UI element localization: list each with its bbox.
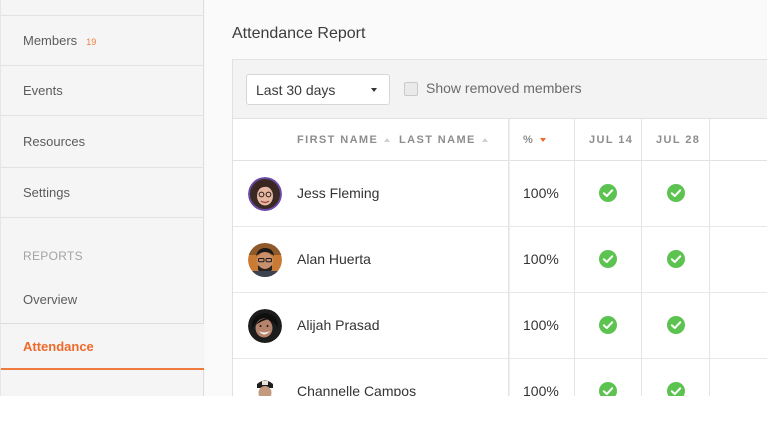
avatar <box>248 375 282 396</box>
sidebar-item-resources[interactable]: Resources <box>1 116 204 168</box>
table-header: FIRST NAME LAST NAME % JUL 14 JUL 28 <box>233 119 767 161</box>
check-circle-icon <box>667 316 685 334</box>
sidebar-item-label: Settings <box>23 185 70 200</box>
sidebar-item-top-partial[interactable] <box>1 0 204 16</box>
table-row[interactable]: Alijah Prasad 100% <box>233 293 767 359</box>
member-name[interactable]: Jess Fleming <box>297 185 379 201</box>
date-range-select[interactable]: Last 30 days <box>246 74 390 105</box>
column-header-last-name[interactable]: LAST NAME <box>399 119 488 160</box>
avatar <box>248 177 282 211</box>
table-row[interactable]: Channelle Campos 100% <box>233 359 767 396</box>
sidebar-item-attendance[interactable]: Attendance <box>1 324 204 370</box>
member-name[interactable]: Alijah Prasad <box>297 317 380 333</box>
check-circle-icon <box>667 184 685 202</box>
show-removed-checkbox[interactable] <box>404 82 418 96</box>
attendance-percent: 100% <box>523 185 559 201</box>
show-removed-toggle[interactable]: Show removed members <box>404 80 582 97</box>
check-circle-icon <box>599 382 617 396</box>
sort-arrow-icon <box>481 137 488 142</box>
column-header-label: JUL 28 <box>656 133 701 146</box>
sort-desc-icon <box>540 137 547 142</box>
sidebar-item-members[interactable]: Members 19 <box>1 16 204 66</box>
column-header-date[interactable]: JUL 14 <box>589 119 633 160</box>
sidebar-item-label: Attendance <box>23 338 94 354</box>
table-row[interactable]: Alan Huerta 100% <box>233 227 767 293</box>
member-name[interactable]: Alan Huerta <box>297 251 371 267</box>
sidebar-section-heading-reports: REPORTS <box>23 249 83 263</box>
members-count-badge: 19 <box>86 36 97 47</box>
column-header-first-name[interactable]: FIRST NAME <box>297 119 391 160</box>
check-circle-icon <box>667 250 685 268</box>
sidebar-item-label: Events <box>23 83 63 98</box>
check-circle-icon <box>599 316 617 334</box>
show-removed-label: Show removed members <box>426 80 582 96</box>
app-viewport: Members 19 Events Resources Settings REP… <box>0 0 767 396</box>
column-header-label: % <box>523 133 535 146</box>
column-header-label: LAST NAME <box>399 133 476 146</box>
column-header-label: JUL 14 <box>589 133 634 146</box>
main-content: Attendance Report Last 30 days Show remo… <box>205 0 767 396</box>
sidebar-item-label: Members <box>23 33 78 48</box>
sidebar-item-label: Resources <box>23 134 86 149</box>
attendance-percent: 100% <box>523 317 559 333</box>
check-circle-icon <box>667 382 685 396</box>
caret-down-icon <box>371 88 377 92</box>
attendance-panel: Last 30 days Show removed members FIRST … <box>232 59 767 396</box>
column-header-label: FIRST NAME <box>297 133 379 146</box>
date-range-value: Last 30 days <box>256 81 336 98</box>
sidebar-item-label: Overview <box>23 292 78 307</box>
avatar <box>248 243 282 277</box>
sort-arrow-icon <box>384 137 391 142</box>
table-row[interactable]: Jess Fleming 100% <box>233 161 767 227</box>
avatar <box>248 309 282 343</box>
sidebar-item-settings[interactable]: Settings <box>1 168 204 218</box>
sidebar-item-overview[interactable]: Overview <box>1 276 204 324</box>
column-header-date[interactable]: JUL 28 <box>656 119 700 160</box>
check-circle-icon <box>599 250 617 268</box>
attendance-percent: 100% <box>523 251 559 267</box>
column-header-percent[interactable]: % <box>523 119 547 160</box>
attendance-percent: 100% <box>523 383 559 396</box>
sidebar-item-events[interactable]: Events <box>1 66 204 116</box>
sidebar: Members 19 Events Resources Settings REP… <box>0 0 204 396</box>
check-circle-icon <box>599 184 617 202</box>
report-toolbar: Last 30 days Show removed members <box>233 60 767 119</box>
page-title: Attendance Report <box>232 25 366 42</box>
member-name[interactable]: Channelle Campos <box>297 383 416 396</box>
